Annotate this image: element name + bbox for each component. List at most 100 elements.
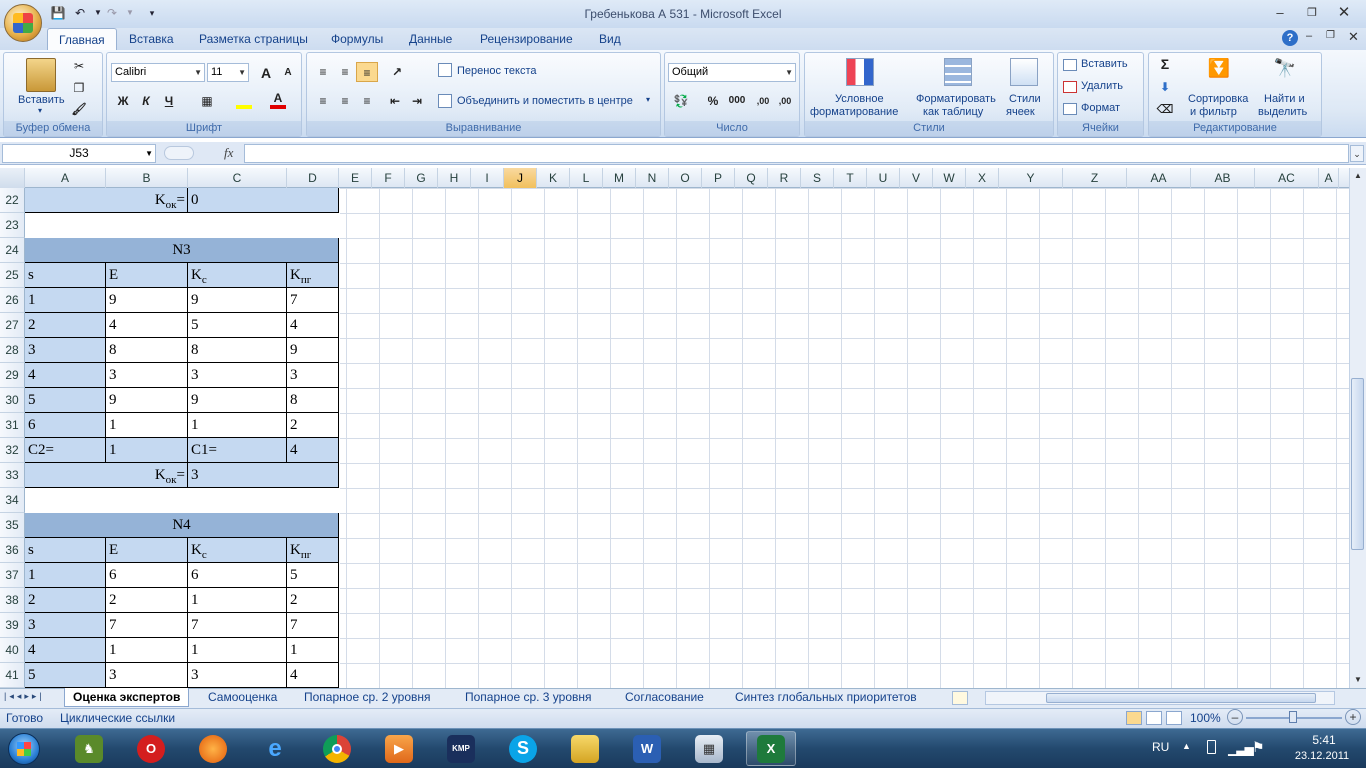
sort-filter-label2[interactable]: и фильтр bbox=[1190, 106, 1237, 118]
n3-row-3-col-3[interactable]: 9 bbox=[287, 338, 339, 363]
column-header-i[interactable]: I bbox=[471, 168, 504, 188]
n3-row-2-col-1[interactable]: 4 bbox=[106, 313, 188, 338]
n3-c1-value[interactable]: 4 bbox=[287, 438, 339, 463]
n3-row-6-col-1[interactable]: 1 bbox=[106, 413, 188, 438]
n3-row-6-col-3[interactable]: 2 bbox=[287, 413, 339, 438]
formula-cancel-icon[interactable] bbox=[164, 146, 194, 160]
row-header-41[interactable]: 41 bbox=[0, 663, 25, 688]
column-header-g[interactable]: G bbox=[405, 168, 438, 188]
taskbar-app-kmplayer[interactable]: KMP bbox=[436, 731, 486, 766]
tray-expand-icon[interactable]: ▲ bbox=[1182, 741, 1191, 751]
insert-sheet-icon[interactable] bbox=[952, 691, 968, 705]
expand-formula-bar-icon[interactable]: ⌄ bbox=[1350, 145, 1364, 162]
n3-row-5-col-3[interactable]: 8 bbox=[287, 388, 339, 413]
n4-row-2-col-1[interactable]: 2 bbox=[106, 588, 188, 613]
column-header-b[interactable]: B bbox=[106, 168, 188, 188]
n3-row-4-col-2[interactable]: 3 bbox=[188, 363, 287, 388]
n3-row-1-col-3[interactable]: 7 bbox=[287, 288, 339, 313]
underline-button[interactable]: Ч bbox=[158, 91, 180, 111]
n3-row-5-col-0[interactable]: 5 bbox=[25, 388, 106, 413]
n4-row-5-col-2[interactable]: 3 bbox=[188, 663, 287, 688]
n3-title[interactable]: N3 bbox=[25, 238, 339, 263]
font-name-combo[interactable]: Calibri ▼ bbox=[111, 63, 205, 82]
format-painter-icon[interactable]: 🖌 bbox=[68, 99, 90, 119]
row-header-39[interactable]: 39 bbox=[0, 613, 25, 638]
n4-row-4-col-1[interactable]: 1 bbox=[106, 638, 188, 663]
name-box-dropdown-icon[interactable]: ▼ bbox=[145, 145, 153, 162]
merge-dropdown-icon[interactable]: ▾ bbox=[646, 95, 650, 104]
grow-font-button[interactable]: A bbox=[255, 63, 277, 83]
tab-view[interactable]: Вид bbox=[588, 28, 632, 50]
format-as-table-label2[interactable]: как таблицу bbox=[923, 106, 983, 118]
row-header-23[interactable]: 23 bbox=[0, 213, 25, 238]
n4-header-3[interactable]: Kпг bbox=[287, 538, 339, 563]
row-header-40[interactable]: 40 bbox=[0, 638, 25, 663]
scroll-down-icon[interactable]: ▼ bbox=[1350, 672, 1366, 688]
column-header-ac[interactable]: AC bbox=[1255, 168, 1319, 188]
page-break-view-icon[interactable] bbox=[1166, 711, 1182, 725]
row-header-25[interactable]: 25 bbox=[0, 263, 25, 288]
doc-restore-button[interactable]: ❐ bbox=[1326, 30, 1335, 41]
n4-row-5-col-1[interactable]: 3 bbox=[106, 663, 188, 688]
n4-row-4-col-2[interactable]: 1 bbox=[188, 638, 287, 663]
italic-button[interactable]: К bbox=[135, 91, 157, 111]
row-header-29[interactable]: 29 bbox=[0, 363, 25, 388]
n3-row-2-col-2[interactable]: 5 bbox=[188, 313, 287, 338]
row-header-27[interactable]: 27 bbox=[0, 313, 25, 338]
taskbar-app-agent[interactable]: ♞ bbox=[64, 731, 114, 766]
wrap-text-button[interactable]: Перенос текста bbox=[457, 65, 537, 77]
taskbar-app-word[interactable]: W bbox=[622, 731, 672, 766]
find-select-label2[interactable]: выделить bbox=[1258, 106, 1307, 118]
tab-review[interactable]: Рецензирование bbox=[469, 28, 584, 50]
align-top-icon[interactable]: ≡ bbox=[312, 62, 334, 82]
shrink-font-button[interactable]: A bbox=[277, 63, 299, 83]
formula-input[interactable] bbox=[244, 144, 1349, 163]
n4-row-2-col-3[interactable]: 2 bbox=[287, 588, 339, 613]
maximize-button[interactable]: ❐ bbox=[1298, 4, 1326, 22]
conditional-format-label2[interactable]: форматирование bbox=[810, 106, 898, 118]
column-header-ab[interactable]: AB bbox=[1191, 168, 1255, 188]
redo-dropdown-icon[interactable]: ▼ bbox=[122, 5, 138, 21]
page-layout-view-icon[interactable] bbox=[1146, 711, 1162, 725]
vertical-scroll-thumb[interactable] bbox=[1351, 378, 1364, 550]
doc-minimize-button[interactable]: – bbox=[1306, 30, 1312, 42]
row-header-36[interactable]: 36 bbox=[0, 538, 25, 563]
n3-row-4-col-3[interactable]: 3 bbox=[287, 363, 339, 388]
currency-icon[interactable]: 💱 bbox=[670, 91, 692, 111]
column-header-n[interactable]: N bbox=[636, 168, 669, 188]
select-all-corner[interactable] bbox=[0, 168, 25, 188]
row-header-38[interactable]: 38 bbox=[0, 588, 25, 613]
delete-cells-button[interactable]: Удалить bbox=[1081, 80, 1123, 92]
decrease-decimal-button[interactable]: ,00 bbox=[774, 91, 796, 111]
network-icon[interactable]: ▁▃▅ bbox=[1228, 742, 1254, 756]
column-header-k[interactable]: K bbox=[537, 168, 570, 188]
n4-header-0[interactable]: s bbox=[25, 538, 106, 563]
column-header-y[interactable]: Y bbox=[999, 168, 1063, 188]
n3-row-6-col-0[interactable]: 6 bbox=[25, 413, 106, 438]
n3-row-3-col-2[interactable]: 8 bbox=[188, 338, 287, 363]
format-as-table-label1[interactable]: Форматировать bbox=[916, 93, 996, 105]
number-format-combo[interactable]: Общий ▼ bbox=[668, 63, 796, 82]
column-header-o[interactable]: O bbox=[669, 168, 702, 188]
n3-row-3-col-1[interactable]: 8 bbox=[106, 338, 188, 363]
n4-row-1-col-2[interactable]: 6 bbox=[188, 563, 287, 588]
n3-header-2[interactable]: Kс bbox=[188, 263, 287, 288]
n3-row-1-col-1[interactable]: 9 bbox=[106, 288, 188, 313]
save-icon[interactable]: 💾 bbox=[50, 5, 66, 21]
scroll-up-icon[interactable]: ▲ bbox=[1350, 168, 1366, 184]
cell-grid[interactable]: Kок= 0 N3 s E Kс Kпг 1 9 9 7 2 4 5 4 3 8 8 9 4 3 3 3 5 9 9 8 6 1 1 2 C2… bbox=[25, 188, 1349, 688]
zoom-out-icon[interactable]: – bbox=[1227, 709, 1243, 725]
column-header-d[interactable]: D bbox=[287, 168, 339, 188]
prev-kok-label[interactable]: Kок= bbox=[25, 188, 188, 213]
row-header-26[interactable]: 26 bbox=[0, 288, 25, 313]
insert-cells-button[interactable]: Вставить bbox=[1081, 58, 1128, 70]
taskbar-app-chrome[interactable] bbox=[312, 731, 362, 766]
cell-styles-label2[interactable]: ячеек bbox=[1006, 106, 1035, 118]
n3-row-4-col-0[interactable]: 4 bbox=[25, 363, 106, 388]
copy-icon[interactable]: ❐ bbox=[68, 78, 90, 98]
input-language[interactable]: RU bbox=[1152, 740, 1169, 754]
autosum-button[interactable]: Σ bbox=[1154, 54, 1176, 74]
column-header-e[interactable]: E bbox=[339, 168, 372, 188]
thousands-button[interactable]: 000 bbox=[724, 91, 750, 111]
column-header-q[interactable]: Q bbox=[735, 168, 768, 188]
